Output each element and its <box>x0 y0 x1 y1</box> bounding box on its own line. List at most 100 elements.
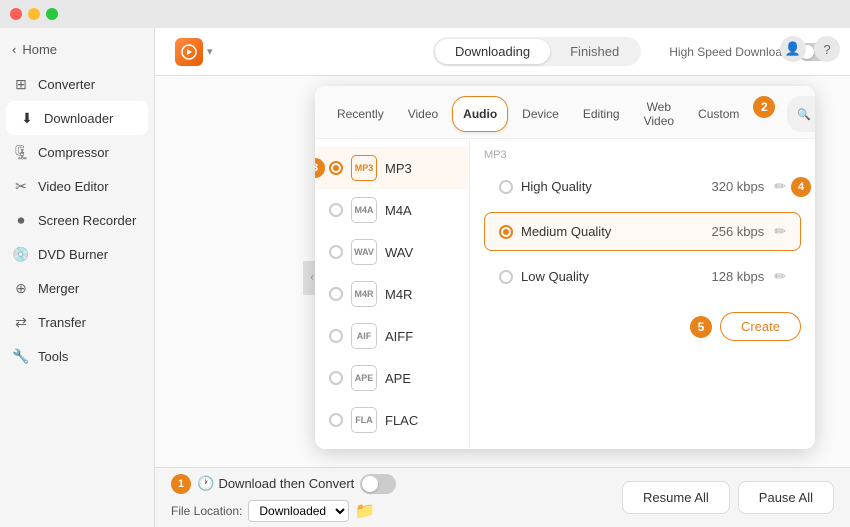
maximize-button[interactable] <box>46 8 58 20</box>
step-badge-5: 5 <box>690 316 712 338</box>
downloader-icon: ⬇ <box>18 109 36 127</box>
low-quality-label: Low Quality <box>521 269 712 284</box>
home-chevron-icon: ‹ <box>12 42 16 57</box>
file-location-select[interactable]: Downloaded <box>248 500 349 522</box>
sidebar-item-dvd-burner[interactable]: 💿 DVD Burner <box>0 237 154 271</box>
wav-icon: WAV <box>351 239 377 265</box>
mp3-label: MP3 <box>385 161 412 176</box>
medium-quality-kbps: 256 kbps <box>712 224 765 239</box>
quality-panel: MP3 High Quality 320 kbps ✏ 4 <box>470 139 815 449</box>
mp3-icon: MP3 <box>351 155 377 181</box>
format-item-flac[interactable]: FLA FLAC <box>315 399 469 441</box>
tab-audio[interactable]: Audio <box>452 96 508 132</box>
merger-icon: ⊕ <box>12 279 30 297</box>
wav-label: WAV <box>385 245 413 260</box>
sidebar-item-video-editor[interactable]: ✂ Video Editor <box>0 169 154 203</box>
sidebar-item-transfer[interactable]: ⇄ Transfer <box>0 305 154 339</box>
create-button[interactable]: Create <box>720 312 801 341</box>
low-quality-kbps: 128 kbps <box>712 269 765 284</box>
compressor-icon: 🗜 <box>12 143 30 161</box>
sidebar-item-converter[interactable]: ⊞ Converter <box>0 67 154 101</box>
ape-label: APE <box>385 371 411 386</box>
download-convert-toggle[interactable] <box>360 474 396 494</box>
tab-finished[interactable]: Finished <box>550 39 639 64</box>
flac-label: FLAC <box>385 413 418 428</box>
resume-all-button[interactable]: Resume All <box>622 481 730 514</box>
title-bar <box>0 0 850 28</box>
high-quality-edit-icon[interactable]: ✏ <box>774 178 786 195</box>
help-icon[interactable]: ? <box>814 36 840 62</box>
sidebar-label-tools: Tools <box>38 349 68 364</box>
format-item-wav[interactable]: WAV WAV <box>315 231 469 273</box>
medium-quality-radio <box>499 225 513 239</box>
sidebar-home[interactable]: ‹ Home <box>0 36 154 67</box>
top-bar: ▾ Downloading Finished High Speed Downlo… <box>155 28 850 76</box>
tab-web-video[interactable]: Web Video <box>634 96 684 132</box>
search-icon: 🔍 <box>797 108 811 121</box>
low-quality-edit-icon[interactable]: ✏ <box>774 268 786 285</box>
flac-radio <box>329 413 343 427</box>
download-convert-row: 1 🕐 Download then Convert <box>171 474 396 494</box>
format-tabs-row: Recently Video Audio Device Editing Web … <box>315 86 815 139</box>
sidebar-item-tools[interactable]: 🔧 Tools <box>0 339 154 373</box>
sidebar-item-compressor[interactable]: 🗜 Compressor <box>0 135 154 169</box>
aiff-label: AIFF <box>385 329 413 344</box>
m4a-label: M4A <box>385 203 412 218</box>
format-item-m4r[interactable]: M4R M4R <box>315 273 469 315</box>
converter-icon: ⊞ <box>12 75 30 93</box>
app-logo <box>175 38 203 66</box>
aiff-radio <box>329 329 343 343</box>
quality-low[interactable]: Low Quality 128 kbps ✏ <box>484 257 801 296</box>
tab-recently[interactable]: Recently <box>327 96 394 132</box>
quality-format-label: MP3 <box>484 149 801 161</box>
step-badge-1: 1 <box>171 474 191 494</box>
format-item-ape[interactable]: APE APE <box>315 357 469 399</box>
flac-icon: FLA <box>351 407 377 433</box>
user-icon[interactable]: 👤 <box>780 36 806 62</box>
tab-device[interactable]: Device <box>512 96 569 132</box>
sidebar: ‹ Home ⊞ Converter ⬇ Downloader 🗜 Compre… <box>0 28 155 527</box>
format-body: MP3 MP3 3 M4A M4A WAV <box>315 139 815 449</box>
format-item-m4a[interactable]: M4A M4A <box>315 189 469 231</box>
download-convert-label: 🕐 Download then Convert <box>197 475 354 492</box>
video-editor-icon: ✂ <box>12 177 30 195</box>
sidebar-label-converter: Converter <box>38 77 95 92</box>
sidebar-item-downloader[interactable]: ⬇ Downloader <box>6 101 148 135</box>
app-logo-chevron: ▾ <box>207 45 213 58</box>
sidebar-label-transfer: Transfer <box>38 315 86 330</box>
aiff-icon: AIF <box>351 323 377 349</box>
transfer-icon: ⇄ <box>12 313 30 331</box>
folder-icon[interactable]: 📁 <box>355 501 375 521</box>
app-logo-button[interactable]: ▾ <box>175 38 213 66</box>
m4a-icon: M4A <box>351 197 377 223</box>
quality-medium[interactable]: Medium Quality 256 kbps ✏ <box>484 212 801 251</box>
sidebar-item-screen-recorder[interactable]: ⏺ Screen Recorder <box>0 203 154 237</box>
content-area: ▾ Downloading Finished High Speed Downlo… <box>155 28 850 527</box>
bottom-bar: 1 🕐 Download then Convert File Location:… <box>155 467 850 527</box>
close-button[interactable] <box>10 8 22 20</box>
tab-downloading[interactable]: Downloading <box>435 39 550 64</box>
low-quality-radio <box>499 270 513 284</box>
format-item-mp3[interactable]: MP3 MP3 3 <box>315 147 469 189</box>
dvd-burner-icon: 💿 <box>12 245 30 263</box>
tab-group: Downloading Finished <box>433 37 641 66</box>
quality-high[interactable]: High Quality 320 kbps ✏ 4 <box>484 167 801 206</box>
pause-all-button[interactable]: Pause All <box>738 481 834 514</box>
high-quality-kbps: 320 kbps <box>712 179 765 194</box>
format-item-aiff[interactable]: AIF AIFF <box>315 315 469 357</box>
m4r-icon: M4R <box>351 281 377 307</box>
step-badge-4: 4 <box>791 177 811 197</box>
minimize-button[interactable] <box>28 8 40 20</box>
tab-custom[interactable]: Custom <box>688 96 749 132</box>
file-location-row: File Location: Downloaded 📁 <box>171 500 396 522</box>
step-badge-3: 3 <box>315 158 325 178</box>
tab-video[interactable]: Video <box>398 96 448 132</box>
sidebar-item-merger[interactable]: ⊕ Merger <box>0 271 154 305</box>
tools-icon: 🔧 <box>12 347 30 365</box>
high-quality-radio <box>499 180 513 194</box>
sidebar-label-downloader: Downloader <box>44 111 113 126</box>
high-speed-label: High Speed Download: <box>669 45 792 59</box>
sidebar-home-label: Home <box>22 42 57 57</box>
tab-editing[interactable]: Editing <box>573 96 630 132</box>
medium-quality-edit-icon[interactable]: ✏ <box>774 223 786 240</box>
